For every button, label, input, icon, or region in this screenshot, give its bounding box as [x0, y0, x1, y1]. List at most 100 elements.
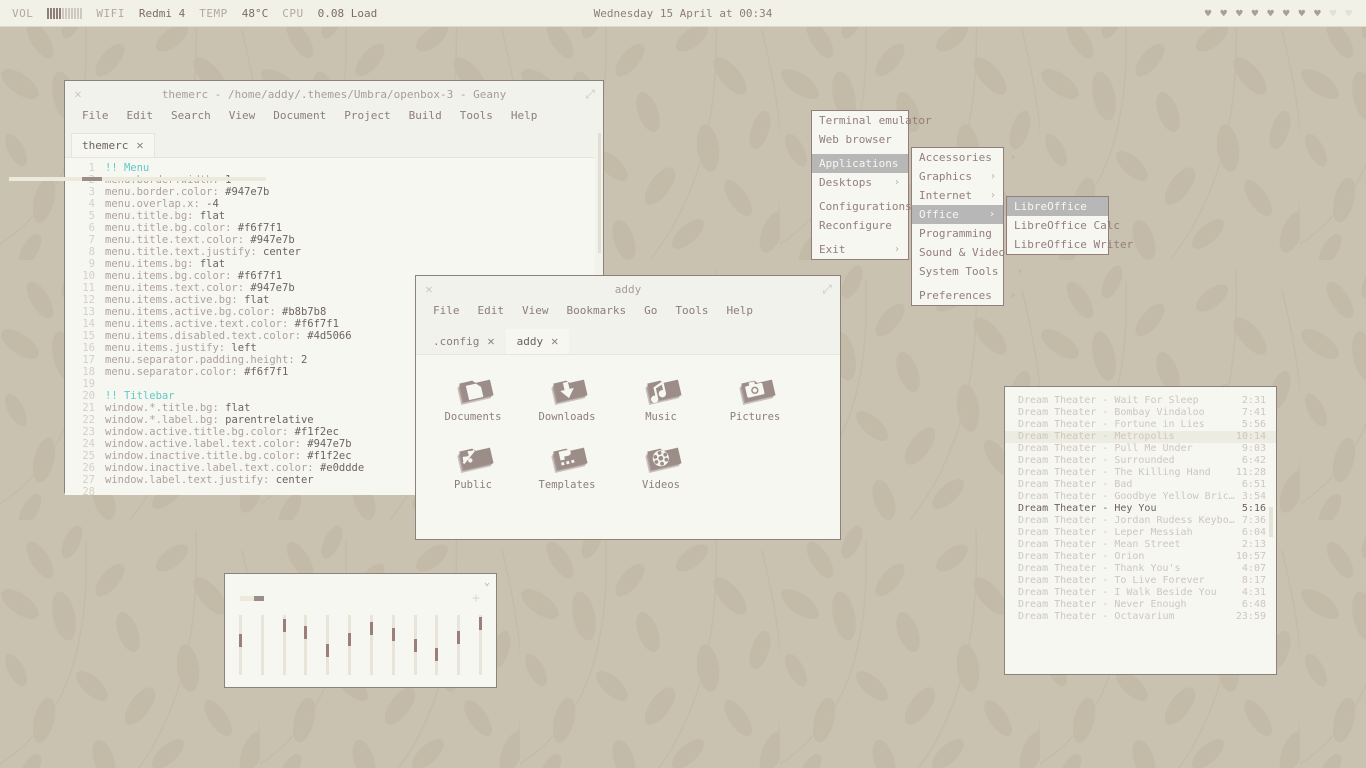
menu-item-configurations[interactable]: Configurations: [812, 197, 912, 216]
slider-handle[interactable]: [239, 633, 242, 647]
close-icon[interactable]: ✕: [65, 81, 91, 107]
playlist-row[interactable]: Dream Theater - Goodbye Yellow Brick … 3:…: [1005, 491, 1276, 503]
playlist-row[interactable]: Dream Theater - Leper Messiah 6:04: [1005, 527, 1276, 539]
filemanager-menu-edit[interactable]: Edit: [469, 302, 514, 319]
playlist-row[interactable]: Dream Theater - The Killing Hand 11:28: [1005, 467, 1276, 479]
channel-slider[interactable]: [282, 615, 286, 675]
channel-slider[interactable]: [348, 615, 352, 675]
maximize-icon[interactable]: ⤢: [814, 276, 840, 302]
menu-item-internet[interactable]: Internet ›: [912, 186, 1003, 205]
channel-slider[interactable]: [369, 615, 373, 675]
slider-handle[interactable]: [391, 628, 395, 642]
openbox-applications-menu[interactable]: Accessories › Graphics › Internet › Office › Pro…: [911, 147, 1029, 306]
slider-handle[interactable]: [348, 632, 352, 646]
file-item[interactable]: Music: [614, 369, 708, 437]
file-manager-window[interactable]: ✕ addy ⤢ File Edit View Bookmarks Go Tools Hel…: [415, 275, 841, 540]
menu-item-sound-video[interactable]: Sound & Video›: [912, 243, 1029, 262]
file-manager-icon-view[interactable]: Documents Downloads Music Pictures Public Tem…: [416, 355, 840, 519]
mixer-window[interactable]: ⌄ +: [224, 573, 497, 688]
geany-tabstrip[interactable]: themerc ✕: [65, 131, 603, 158]
geany-file-tab[interactable]: themerc ✕: [71, 133, 155, 157]
playlist-row[interactable]: Dream Theater - Pull Me Under 9:03: [1005, 443, 1276, 455]
playlist-row[interactable]: Dream Theater - Hey You 5:16: [1005, 503, 1276, 515]
playlist-row[interactable]: Dream Theater - Metropolis 10:14: [1005, 431, 1276, 443]
filemanager-menu-file[interactable]: File: [424, 302, 469, 319]
file-item[interactable]: Videos: [614, 437, 708, 505]
channel-slider[interactable]: [260, 615, 264, 675]
file-manager-tab[interactable]: addy ✕: [505, 329, 570, 354]
menu-item-accessories[interactable]: Accessories ›: [912, 148, 1016, 167]
playlist-scrollbar[interactable]: [1269, 507, 1273, 537]
menu-item-libreoffice-calc[interactable]: LibreOffice Calc: [1007, 216, 1120, 235]
channel-slider[interactable]: [413, 615, 417, 675]
chevron-down-icon[interactable]: ⌄: [484, 577, 490, 588]
close-icon[interactable]: ✕: [416, 276, 442, 302]
file-manager-menubar[interactable]: File Edit View Bookmarks Go Tools Help: [416, 302, 840, 326]
menu-item-web-browser[interactable]: Web browser: [812, 130, 908, 149]
mixer-channel-sliders[interactable]: [239, 615, 482, 675]
playlist-row[interactable]: Dream Theater - Never Enough 6:48: [1005, 599, 1276, 611]
slider-handle[interactable]: [282, 618, 286, 632]
maximize-icon[interactable]: ⤢: [577, 81, 603, 107]
playlist-row[interactable]: Dream Theater - Bad 6:51: [1005, 479, 1276, 491]
add-icon[interactable]: +: [472, 591, 480, 606]
playlist-row[interactable]: Dream Theater - Thank You's 4:07: [1005, 563, 1276, 575]
slider-handle[interactable]: [369, 621, 373, 635]
channel-slider[interactable]: [478, 615, 482, 675]
playlist-row[interactable]: Dream Theater - Surrounded 6:42: [1005, 455, 1276, 467]
channel-slider[interactable]: [326, 615, 330, 675]
menu-item-system-tools[interactable]: System Tools ›: [912, 262, 1023, 281]
geany-menu-build[interactable]: Build: [400, 107, 451, 124]
playlist-row[interactable]: Dream Theater - Orion 10:57: [1005, 551, 1276, 563]
slider-handle[interactable]: [304, 626, 308, 640]
playlist-row[interactable]: Dream Theater - To Live Forever 8:17: [1005, 575, 1276, 587]
menu-item-libreoffice-writer[interactable]: LibreOffice Writer: [1007, 235, 1133, 254]
slider-handle[interactable]: [435, 647, 439, 661]
openbox-root-menu[interactable]: Terminal emulator Web browser Applications…: [811, 110, 932, 260]
menu-item-libreoffice[interactable]: LibreOffice: [1007, 197, 1108, 216]
menu-item-office[interactable]: Office ›: [912, 205, 1003, 224]
filemanager-menu-view[interactable]: View: [513, 302, 558, 319]
playlist-row[interactable]: Dream Theater - Wait For Sleep 2:31: [1005, 395, 1276, 407]
menu-item-applications[interactable]: Applications›: [812, 154, 923, 173]
geany-titlebar[interactable]: ✕ themerc - /home/addy/.themes/Umbra/ope…: [65, 81, 603, 107]
channel-slider[interactable]: [435, 615, 439, 675]
close-icon[interactable]: ✕: [136, 138, 143, 152]
slider-handle[interactable]: [457, 630, 461, 644]
master-volume-slider[interactable]: [240, 596, 264, 601]
playlist-row[interactable]: Dream Theater - Jordan Rudess Keybo… 7:36: [1005, 515, 1276, 527]
menu-item-preferences[interactable]: Preferences ›: [912, 286, 1016, 305]
menu-item-graphics[interactable]: Graphics ›: [912, 167, 1003, 186]
geany-menubar[interactable]: File Edit Search View Document Project Build To…: [65, 107, 603, 131]
channel-slider[interactable]: [391, 615, 395, 675]
playlist-rows[interactable]: Dream Theater - Wait For Sleep 2:31 Dream …: [1005, 395, 1276, 623]
filemanager-menu-help[interactable]: Help: [717, 302, 762, 319]
geany-menu-file[interactable]: File: [73, 107, 118, 124]
geany-menu-document[interactable]: Document: [264, 107, 335, 124]
filemanager-menu-bookmarks[interactable]: Bookmarks: [558, 302, 636, 319]
geany-menu-tools[interactable]: Tools: [451, 107, 502, 124]
file-manager-tabstrip[interactable]: .config ✕ addy ✕: [416, 326, 840, 355]
seek-bar[interactable]: [9, 177, 266, 181]
file-item[interactable]: Documents: [426, 369, 520, 437]
volume-meter[interactable]: [47, 7, 83, 19]
playlist-row[interactable]: Dream Theater - Octavarium 23:59: [1005, 611, 1276, 623]
playlist-window[interactable]: Dream Theater - Wait For Sleep 2:31 Dream …: [1004, 386, 1277, 675]
geany-menu-search[interactable]: Search: [162, 107, 220, 124]
menu-item-exit[interactable]: Exit ›: [812, 240, 908, 259]
file-manager-tab[interactable]: .config ✕: [422, 329, 506, 354]
channel-slider[interactable]: [239, 615, 242, 675]
playlist-row[interactable]: Dream Theater - Bombay Vindaloo 7:41: [1005, 407, 1276, 419]
filemanager-menu-go[interactable]: Go: [635, 302, 666, 319]
slider-handle[interactable]: [413, 639, 417, 653]
menu-item-programming[interactable]: Programming›: [912, 224, 1016, 243]
geany-menu-help[interactable]: Help: [502, 107, 547, 124]
filemanager-menu-tools[interactable]: Tools: [666, 302, 717, 319]
geany-menu-view[interactable]: View: [220, 107, 265, 124]
openbox-office-menu[interactable]: LibreOffice LibreOffice Calc LibreOffice W…: [1006, 196, 1133, 255]
channel-slider[interactable]: [457, 615, 461, 675]
menu-item-reconfigure[interactable]: Reconfigure: [812, 216, 908, 235]
close-icon[interactable]: ✕: [551, 334, 558, 348]
slider-handle[interactable]: [326, 644, 330, 658]
close-icon[interactable]: ✕: [487, 334, 494, 348]
